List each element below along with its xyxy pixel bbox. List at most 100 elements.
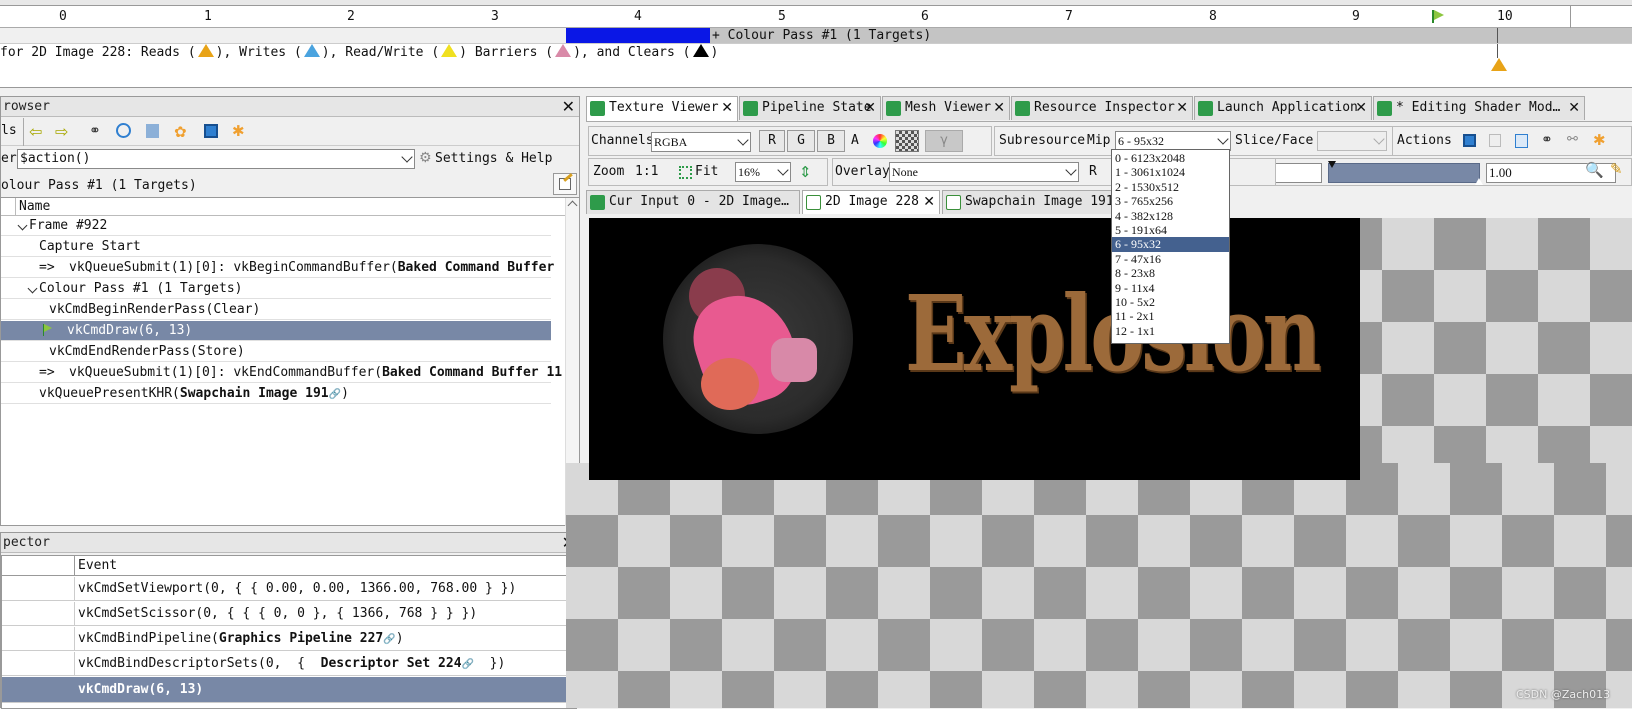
tree-row[interactable]: => vkQueueSubmit(1)[0]: vkEndCommandBuffe… [1, 363, 562, 383]
subtab-2d-image-228[interactable]: 2D Image 228 ✕ [802, 190, 940, 214]
range-min-input[interactable] [1276, 163, 1322, 183]
breadcrumb-label[interactable]: olour Pass #1 (1 Targets) [1, 178, 197, 193]
open-icon[interactable] [1515, 134, 1528, 148]
save-icon[interactable] [204, 124, 218, 138]
mip-option[interactable]: 9 - 11x4 [1112, 281, 1229, 295]
current-event-flag-icon[interactable] [1432, 10, 1444, 23]
gamma-toggle[interactable]: γ [925, 130, 963, 152]
channel-b-toggle[interactable]: B [817, 130, 845, 152]
channel-a-toggle[interactable]: A [851, 133, 859, 148]
export-icon[interactable]: ✱ [232, 122, 245, 140]
mip-option[interactable]: 4 - 382x128 [1112, 209, 1229, 223]
mip-option[interactable]: 1 - 3061x1024 [1112, 165, 1229, 179]
settings-gear-icon[interactable]: ⚙ [419, 150, 432, 166]
mip-option-selected[interactable]: 6 - 95x32 [1112, 237, 1229, 252]
copy-icon[interactable] [1489, 134, 1501, 147]
filter-input[interactable]: $action() [17, 149, 415, 169]
resource-link[interactable]: Baked Command Buffer [398, 260, 555, 275]
settings-icon[interactable]: ✱ [1593, 131, 1606, 149]
tree-row[interactable]: vkCmdEndRenderPass(Store) [1, 342, 551, 362]
subtab-cur-input[interactable]: Cur Input 0 - 2D Image… [586, 190, 800, 214]
column-header-name[interactable]: Name [19, 199, 50, 214]
mip-option[interactable]: 7 - 47x16 [1112, 252, 1229, 266]
close-icon[interactable]: ✕ [562, 97, 575, 116]
scroll-up-icon[interactable] [567, 200, 578, 211]
api-row[interactable]: vkCmdBindDescriptorSets(0, { Descriptor … [2, 652, 576, 676]
close-icon[interactable]: ✕ [993, 97, 1005, 119]
tab-texture-viewer[interactable]: Texture Viewer ✕ [586, 96, 738, 121]
range-max-handle[interactable] [1475, 178, 1483, 185]
read-usage-marker-icon[interactable] [1491, 58, 1507, 71]
mip-option[interactable]: 2 - 1530x512 [1112, 180, 1229, 194]
tree-row-selected[interactable]: vkCmdDraw(6, 13) [1, 321, 551, 341]
tab-launch-application[interactable]: Launch Application ✕ [1194, 96, 1372, 120]
back-arrow-icon[interactable]: ⇦ [29, 122, 42, 141]
resource-link[interactable]: Graphics Pipeline 227 [219, 631, 383, 646]
checkerboard-icon[interactable] [895, 130, 919, 152]
column-header-event[interactable]: Event [78, 558, 117, 573]
resource-link[interactable]: Descriptor Set 224 [321, 656, 462, 671]
fit-icon[interactable] [679, 166, 692, 179]
tree-row[interactable]: vkQueuePresentKHR(Swapchain Image 191🔗) [1, 384, 551, 404]
colour-pass-label[interactable]: + Colour Pass #1 (1 Targets) [710, 28, 1632, 43]
tree-row[interactable]: Capture Start [1, 237, 551, 257]
range-min-handle[interactable] [1328, 161, 1336, 168]
subtab-swapchain-image[interactable]: Swapchain Image 191 [942, 190, 1134, 214]
mip-select[interactable]: 6 - 95x32 [1115, 131, 1231, 151]
settings-help-button[interactable]: Settings & Help [435, 151, 552, 166]
bookmark-icon[interactable] [146, 124, 159, 138]
close-icon[interactable]: ✕ [721, 97, 733, 119]
mip-dropdown-list[interactable]: 0 - 6123x2048 1 - 3061x1024 2 - 1530x512… [1111, 149, 1230, 344]
range-slider[interactable] [1328, 161, 1483, 185]
overlay-select[interactable]: None [889, 162, 1079, 182]
slice-select[interactable] [1317, 131, 1387, 151]
api-row[interactable]: vkCmdBindPipeline(Graphics Pipeline 227🔗… [2, 627, 576, 651]
mip-option[interactable]: 0 - 6123x2048 [1112, 151, 1229, 165]
chevron-down-icon[interactable] [17, 220, 28, 231]
texture-canvas-right[interactable] [1360, 218, 1632, 463]
tree-row[interactable]: vkCmdBeginRenderPass(Clear) [1, 300, 551, 320]
close-icon[interactable]: ✕ [1355, 97, 1367, 119]
tree-row[interactable]: Colour Pass #1 (1 Targets) [1, 279, 551, 299]
close-icon[interactable]: ✕ [1568, 97, 1580, 119]
forward-arrow-icon[interactable]: ⇨ [55, 122, 68, 141]
tab-mesh-viewer[interactable]: Mesh Viewer ✕ [882, 96, 1010, 120]
tree-row[interactable]: Frame #922 [1, 216, 551, 236]
colour-pass-bar[interactable] [566, 28, 710, 43]
mip-option[interactable]: 10 - 5x2 [1112, 295, 1229, 309]
colour-icon[interactable]: ✿ [174, 123, 187, 141]
close-icon[interactable]: ✕ [1176, 97, 1188, 119]
texture-image[interactable]: Explosion [589, 218, 1360, 480]
channel-r-toggle[interactable]: R [759, 130, 785, 152]
resource-link[interactable]: Baked Command Buffer 11 [382, 365, 562, 380]
tab-pipeline-state[interactable]: Pipeline State ✕ [739, 96, 881, 120]
find-binoculars-icon[interactable]: ⚭ [89, 123, 101, 139]
chevron-down-icon[interactable] [27, 283, 38, 294]
colour-wheel-icon[interactable] [873, 134, 887, 148]
zoom-1to1-button[interactable]: 1:1 [635, 164, 658, 179]
api-row-selected[interactable]: vkCmdDraw(6, 13) [2, 677, 576, 703]
tree-row[interactable]: => vkQueueSubmit(1)[0]: vkBeginCommandBuf… [1, 258, 554, 278]
mip-option[interactable]: 12 - 1x1 [1112, 324, 1229, 338]
fit-button[interactable]: Fit [695, 164, 718, 179]
mip-option[interactable]: 3 - 765x256 [1112, 194, 1229, 208]
channels-select[interactable]: RGBA [651, 132, 751, 152]
tab-editing-shader[interactable]: * Editing Shader Mod… ✕ [1373, 96, 1585, 120]
channel-g-toggle[interactable]: G [787, 130, 815, 152]
time-clock-icon[interactable] [116, 123, 131, 138]
api-row[interactable]: vkCmdSetViewport(0, { { 0.00, 0.00, 1366… [2, 577, 576, 601]
zoom-magnifier-icon[interactable]: 🔍 [1585, 161, 1604, 179]
edit-bookmark-icon[interactable] [553, 173, 577, 195]
timeline-bar[interactable]: 0 1 2 3 4 5 6 7 8 9 10 + Colour Pass #1 … [0, 0, 1632, 88]
mip-option[interactable]: 5 - 191x64 [1112, 223, 1229, 237]
link-icon[interactable]: 🔗 [383, 634, 395, 645]
api-row[interactable]: vkCmdSetScissor(0, { { { 0, 0 }, { 1366,… [2, 602, 576, 626]
resource-link[interactable]: Swapchain Image 191 [180, 386, 329, 401]
texture-checkerboard-background[interactable] [566, 463, 1632, 708]
find-icon[interactable]: ⚭ [1541, 132, 1553, 148]
zoom-select[interactable]: 16% [735, 162, 791, 182]
save-texture-icon[interactable] [1463, 134, 1476, 147]
mip-option[interactable]: 11 - 2x1 [1112, 309, 1229, 323]
close-icon[interactable]: ✕ [864, 97, 876, 119]
link-icon[interactable]: 🔗 [329, 389, 341, 400]
